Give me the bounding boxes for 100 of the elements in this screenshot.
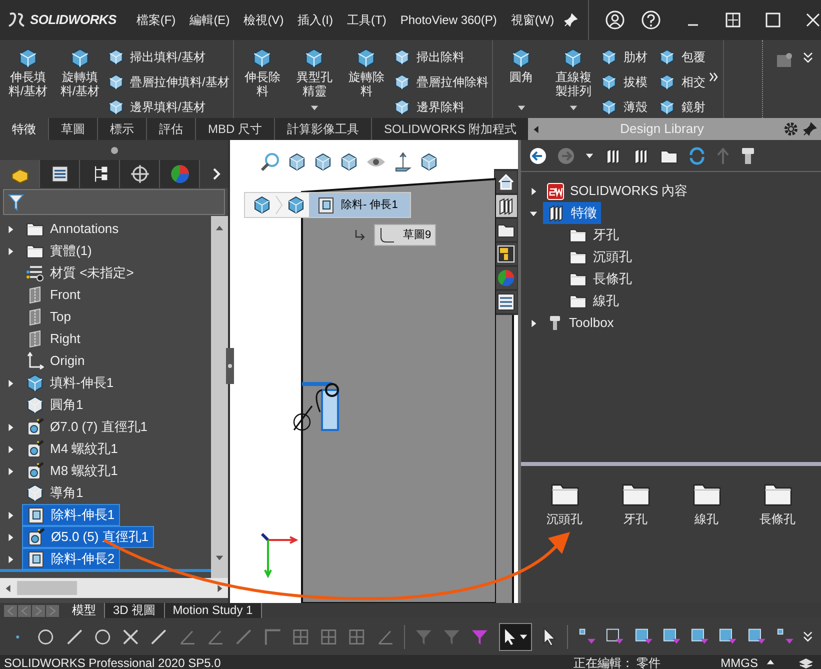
- feature-tree-item[interactable]: M8 螺紋孔1: [22, 460, 122, 482]
- refresh-icon[interactable]: [688, 146, 706, 164]
- bottom-tab[interactable]: Motion Study 1: [164, 603, 262, 618]
- library-tree-item[interactable]: Toolbox: [543, 312, 618, 334]
- feature-tree-item[interactable]: Annotations: [22, 218, 123, 240]
- grid-icon[interactable]: [347, 626, 367, 646]
- menu-item[interactable]: 工具(T): [347, 11, 386, 29]
- panel-tab[interactable]: [120, 160, 160, 188]
- library-tree-item[interactable]: 線孔: [565, 290, 623, 312]
- panel-tab[interactable]: [40, 160, 80, 188]
- feature-tree-item[interactable]: 填料-伸長1: [22, 372, 118, 394]
- library-folder[interactable]: 線孔: [676, 482, 736, 528]
- menu-item[interactable]: 檔案(F): [136, 11, 176, 29]
- pin-icon[interactable]: [803, 122, 817, 136]
- ribbon-button[interactable]: 掃出填料/基材: [108, 46, 230, 68]
- library-folder[interactable]: 長條孔: [748, 482, 808, 528]
- cube-filter-icon[interactable]: [690, 626, 710, 646]
- more-chevron-icon[interactable]: [709, 72, 720, 82]
- layers-icon[interactable]: [799, 656, 813, 668]
- ribbon-button[interactable]: 伸長填料/基材: [4, 44, 52, 116]
- feature-tree-item[interactable]: 除料-伸長2: [22, 548, 120, 570]
- caret-right-icon[interactable]: [6, 246, 15, 256]
- feature-tree-item[interactable]: Front: [22, 284, 84, 306]
- caret-up-icon[interactable]: [766, 658, 775, 667]
- caret-down-icon[interactable]: [568, 103, 578, 112]
- ribbon-button[interactable]: 直線複製排列: [549, 44, 598, 116]
- restore-icon[interactable]: [725, 12, 741, 28]
- ribbon-button[interactable]: 薄殼: [601, 96, 648, 118]
- caret-left-icon[interactable]: [4, 584, 13, 592]
- caret-right-icon[interactable]: [6, 444, 15, 454]
- feature-tree-item[interactable]: Origin: [22, 350, 89, 372]
- next-icon[interactable]: [32, 604, 45, 616]
- corner-icon[interactable]: [262, 626, 282, 646]
- grid-icon[interactable]: [319, 626, 338, 646]
- task-pane-tab[interactable]: [495, 195, 517, 217]
- caret-right-icon[interactable]: [6, 510, 15, 520]
- menu-item[interactable]: 檢視(V): [244, 11, 284, 29]
- caret-down-icon[interactable]: [585, 151, 594, 160]
- caret-down-icon[interactable]: [518, 632, 528, 641]
- library-tree-item[interactable]: 沉頭孔: [565, 246, 636, 268]
- feature-tree-item[interactable]: 導角1: [22, 482, 88, 504]
- caret-right-icon[interactable]: [6, 224, 15, 234]
- task-pane-tab[interactable]: [495, 291, 517, 313]
- settings-icon[interactable]: [783, 121, 799, 137]
- caret-right-icon[interactable]: [528, 318, 538, 328]
- library-tree-item[interactable]: 特徵: [543, 202, 601, 224]
- first-icon[interactable]: [4, 604, 17, 616]
- surface-filter-icon[interactable]: [662, 626, 682, 646]
- ribbon-button[interactable]: 異型孔精靈: [290, 44, 338, 116]
- circle-icon[interactable]: [36, 626, 56, 646]
- command-tab[interactable]: 特徵: [0, 118, 49, 140]
- ribbon-button[interactable]: 疊層拉伸填料/基材: [108, 71, 230, 93]
- axis-filter-icon[interactable]: [718, 626, 738, 646]
- ribbon-button[interactable]: 拔模: [601, 71, 648, 93]
- caret-down-icon[interactable]: [528, 208, 538, 218]
- feature-tree-item[interactable]: M4 螺紋孔1: [22, 438, 122, 460]
- ribbon-button[interactable]: 掃出除料: [394, 46, 488, 68]
- arrow-up-icon[interactable]: [394, 152, 412, 172]
- splitter-handle[interactable]: [228, 364, 232, 368]
- ribbon-button[interactable]: 相交: [659, 71, 706, 93]
- ribbon-button[interactable]: 肋材: [601, 46, 648, 68]
- user-icon[interactable]: [605, 10, 625, 30]
- menu-item[interactable]: 插入(I): [298, 11, 334, 29]
- select-button[interactable]: [498, 622, 532, 650]
- zoom-icon[interactable]: [260, 152, 280, 172]
- feature-tree-item[interactable]: 實體(1): [22, 240, 96, 262]
- task-pane-tab[interactable]: [495, 219, 517, 241]
- ribbon-button[interactable]: 圓角: [497, 44, 546, 116]
- menu-item[interactable]: 視窗(W): [510, 11, 554, 29]
- chevron-down-icon[interactable]: [803, 52, 813, 64]
- maximize-icon[interactable]: [765, 12, 781, 28]
- plane-filter-icon[interactable]: [746, 626, 766, 646]
- ribbon-button[interactable]: 旋轉填料/基材: [56, 44, 104, 116]
- breadcrumb-sketch[interactable]: 草圖9: [374, 224, 436, 246]
- previous-icon[interactable]: [18, 604, 31, 616]
- image-icon[interactable]: [775, 52, 795, 70]
- feature-tree-item[interactable]: 圓角1: [22, 394, 88, 416]
- ribbon-button[interactable]: 鏡射: [659, 96, 706, 118]
- library-folder[interactable]: 牙孔: [606, 482, 666, 528]
- caret-right-icon[interactable]: [6, 378, 15, 388]
- ribbon-button[interactable]: 伸長除料: [238, 44, 286, 116]
- breadcrumb[interactable]: 除料- 伸長1: [244, 192, 411, 218]
- panel-tab[interactable]: [80, 160, 120, 188]
- library-folder[interactable]: 沉頭孔: [534, 482, 594, 528]
- close-icon[interactable]: [805, 12, 821, 28]
- last-icon[interactable]: [46, 604, 59, 616]
- cross-icon[interactable]: [121, 626, 140, 646]
- face-filter-icon[interactable]: [634, 626, 653, 646]
- library-tree-item[interactable]: SOLIDWORKS 內容: [543, 180, 692, 202]
- edge-filter-icon[interactable]: [605, 626, 624, 646]
- bolt-icon[interactable]: [740, 146, 756, 164]
- feature-tree-item[interactable]: Right: [22, 328, 84, 350]
- units-selector[interactable]: MMGS: [720, 654, 775, 669]
- caret-right-icon[interactable]: [215, 584, 224, 592]
- circle-icon[interactable]: [92, 626, 112, 646]
- splitter-handle[interactable]: [110, 146, 118, 154]
- menu-item[interactable]: 編輯(E): [190, 11, 230, 29]
- panel-tab[interactable]: [0, 160, 40, 188]
- eye-icon[interactable]: [366, 155, 386, 169]
- caret-down-icon[interactable]: [516, 103, 526, 112]
